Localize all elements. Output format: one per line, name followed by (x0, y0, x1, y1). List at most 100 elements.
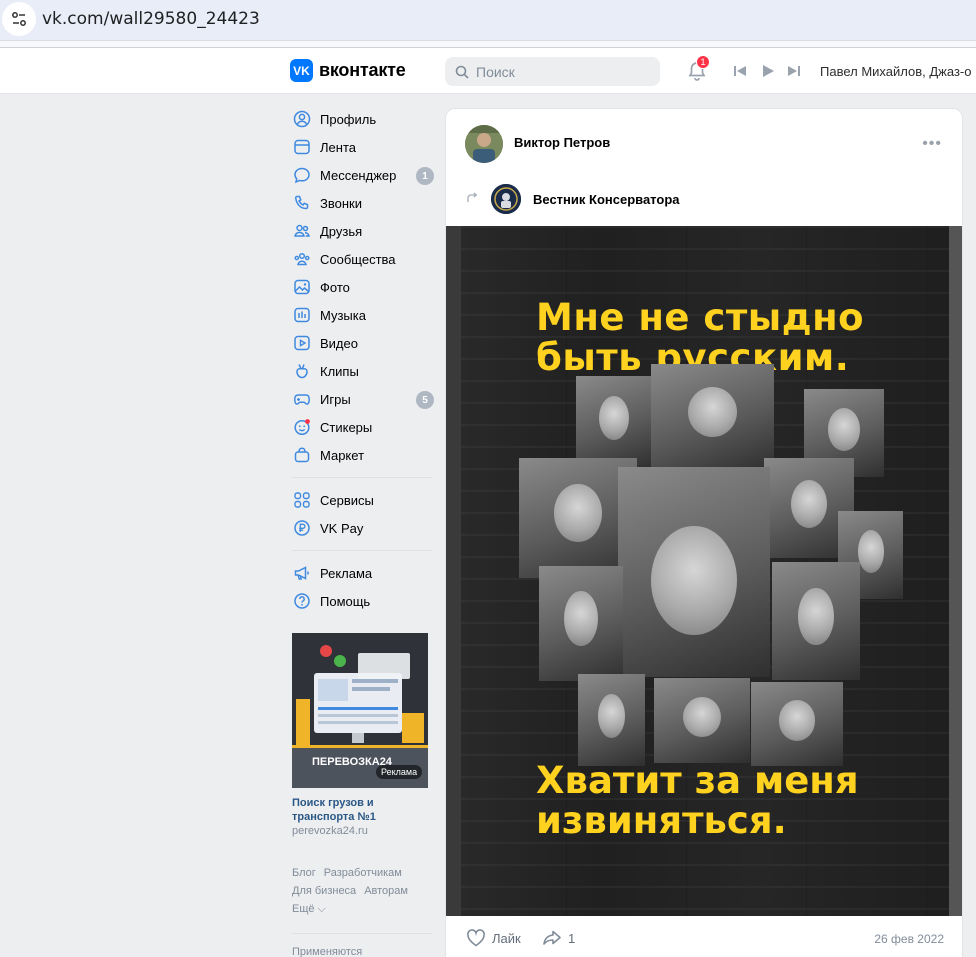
nav-label: Звонки (320, 195, 362, 211)
nav-label: Сообщества (320, 251, 396, 267)
nav-item-games[interactable]: Игры 5 (288, 385, 436, 413)
nav-item-calls[interactable]: Звонки (288, 189, 436, 217)
nav-item-vkpay[interactable]: VK Pay (288, 514, 436, 542)
vk-logo-icon: VK (290, 59, 313, 82)
portrait-photo (751, 682, 843, 766)
play-icon[interactable] (760, 63, 776, 79)
footer-links: Блог Разработчикам Для бизнеса Авторам Ещё… (292, 864, 432, 918)
nav-item-profile[interactable]: Профиль (288, 105, 436, 133)
nav-item-help[interactable]: Помощь (288, 587, 436, 615)
vkpay-icon (292, 518, 312, 538)
nav-item-friends[interactable]: Друзья (288, 217, 436, 245)
nav-label: Помощь (320, 593, 371, 609)
notifications-button[interactable]: 1 (686, 55, 710, 82)
communities-icon (292, 249, 312, 269)
nav-item-stickers[interactable]: Стикеры (288, 413, 436, 441)
repost-source-avatar[interactable] (491, 184, 521, 214)
wall-post: Виктор Петров ••• Вестник Консерватора М… (445, 108, 963, 957)
browser-divider (0, 40, 976, 48)
post-author-name[interactable]: Виктор Петров (514, 135, 610, 150)
footer-divider (292, 933, 432, 934)
music-icon (292, 305, 312, 325)
games-count-badge: 5 (416, 391, 434, 409)
nav-item-clips[interactable]: Клипы (288, 357, 436, 385)
share-icon (543, 930, 561, 945)
megaphone-icon (292, 563, 312, 583)
share-count: 1 (568, 930, 576, 946)
nav-item-market[interactable]: Маркет (288, 441, 436, 469)
vk-logo-text: вконтакте (319, 60, 406, 80)
footer-link-blog[interactable]: Блог (292, 867, 316, 879)
previous-track-icon[interactable] (732, 63, 748, 79)
nav-label: Сервисы (320, 492, 374, 508)
nav-label: Видео (320, 335, 358, 351)
ad-host[interactable]: perevozka24.ru (292, 825, 428, 837)
notifications-badge: 1 (696, 55, 710, 69)
repost-arrow-icon (466, 191, 478, 209)
post-actions: Лайк 1 26 фев 2022 (446, 916, 962, 957)
author-avatar[interactable] (465, 125, 503, 163)
heart-icon (467, 929, 485, 947)
stickers-icon (292, 417, 312, 437)
nav-label: Лента (320, 139, 356, 155)
ad-title[interactable]: Поиск грузов и транспорта №1 (292, 796, 428, 824)
nav-divider (292, 477, 432, 478)
repost-source-name[interactable]: Вестник Консерватора (533, 192, 680, 207)
footer-link-business[interactable]: Для бизнеса (292, 885, 356, 897)
footer-note: Применяются (292, 946, 363, 957)
footer-link-authors[interactable]: Авторам (364, 885, 408, 897)
nav-item-ads[interactable]: Реклама (288, 559, 436, 587)
search-input[interactable]: Поиск (445, 57, 660, 86)
messenger-icon (292, 165, 312, 185)
site-settings-icon[interactable] (2, 2, 36, 36)
footer-link-developers[interactable]: Разработчикам (324, 867, 402, 879)
like-label: Лайк (492, 930, 521, 946)
phone-icon (292, 193, 312, 213)
video-icon (292, 333, 312, 353)
nav-item-photo[interactable]: Фото (288, 273, 436, 301)
ad-block[interactable]: ПЕРЕВОЗКА24 Реклама Поиск грузов и транс… (292, 633, 428, 837)
photo-icon (292, 277, 312, 297)
url-text[interactable]: vk.com/wall29580_24423 (42, 9, 260, 29)
services-icon (292, 490, 312, 510)
now-playing-track[interactable]: Павел Михайлов, Джаз-о (820, 64, 971, 79)
messenger-count-badge: 1 (416, 167, 434, 185)
vk-logo[interactable]: VK вконтакте (290, 59, 406, 82)
post-image[interactable]: Мне не стыдно быть русским. Хватит за ме… (446, 226, 962, 916)
portrait-photo (576, 376, 651, 468)
nav-item-feed[interactable]: Лента (288, 133, 436, 161)
share-button[interactable]: 1 (542, 929, 575, 947)
ad-image[interactable]: ПЕРЕВОЗКА24 Реклама (292, 633, 428, 788)
next-track-icon[interactable] (786, 63, 802, 79)
poster-tagline-line-2: извиняться. (536, 799, 787, 842)
friends-icon (292, 221, 312, 241)
nav-label: Мессенджер (320, 167, 397, 183)
market-icon (292, 445, 312, 465)
help-icon (292, 591, 312, 611)
portrait-photo (651, 364, 774, 469)
nav-label: VK Pay (320, 520, 364, 536)
nav-item-communities[interactable]: Сообщества (288, 245, 436, 273)
vk-header: VK вконтакте Поиск 1 Павел Михайлов, Джа… (0, 48, 976, 94)
footer-link-more[interactable]: Ещё ⌵ (292, 903, 326, 915)
portrait-photo (654, 678, 750, 763)
nav-label: Друзья (320, 223, 363, 239)
nav-divider (292, 550, 432, 551)
search-icon (455, 65, 469, 79)
nav-item-services[interactable]: Сервисы (288, 486, 436, 514)
portrait-photo (539, 566, 623, 681)
nav-label: Музыка (320, 307, 366, 323)
nav-label: Игры (320, 391, 351, 407)
nav-label: Реклама (320, 565, 373, 581)
poster-edge-right (949, 226, 962, 916)
post-date[interactable]: 26 фев 2022 (874, 932, 944, 946)
nav-item-messenger[interactable]: Мессенджер 1 (288, 161, 436, 189)
nav-item-video[interactable]: Видео (288, 329, 436, 357)
nav-label: Клипы (320, 363, 359, 379)
nav-item-music[interactable]: Музыка (288, 301, 436, 329)
left-navigation: Профиль Лента Мессенджер 1 Звонки Друзья… (288, 105, 436, 615)
portrait-photo (618, 467, 770, 677)
post-more-icon[interactable]: ••• (922, 135, 942, 153)
games-icon (292, 389, 312, 409)
like-button[interactable]: Лайк (466, 929, 521, 947)
